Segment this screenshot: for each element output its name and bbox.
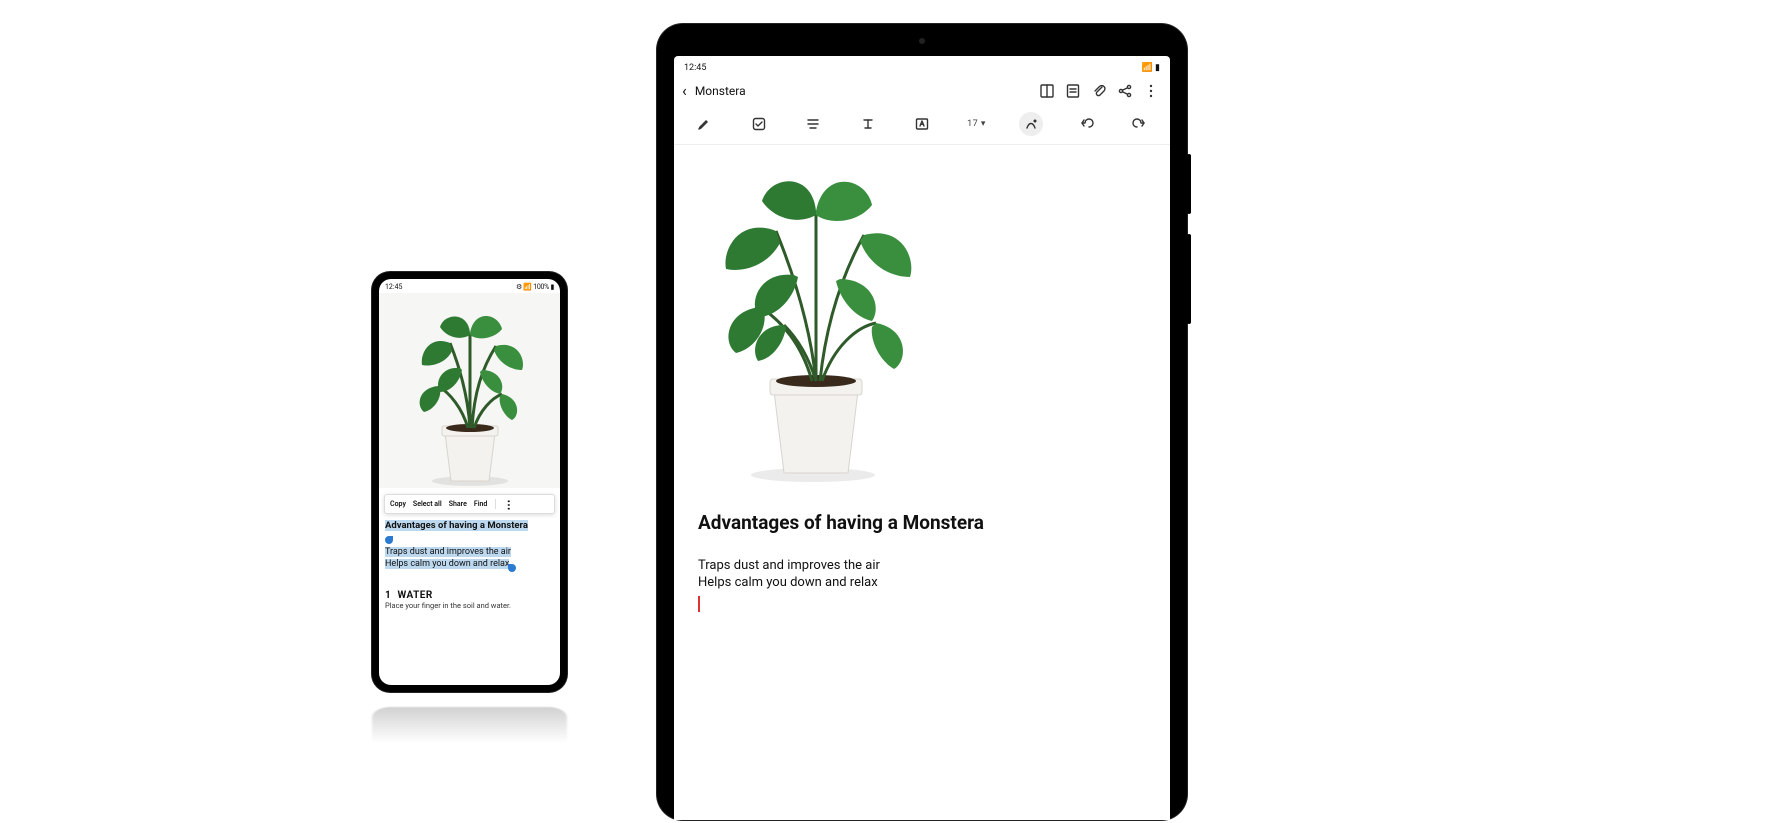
text-style-tool-icon[interactable] [856, 112, 880, 136]
align-tool-icon[interactable] [801, 112, 825, 136]
tablet-camera [919, 38, 925, 44]
tablet-side-button-a [1187, 154, 1191, 214]
context-copy[interactable]: Copy [390, 500, 406, 508]
selection-handle-end[interactable] [508, 564, 516, 572]
phone-heading-selected[interactable]: Advantages of having a Monstera [385, 520, 528, 531]
context-more-icon[interactable]: ⋯ [506, 499, 513, 509]
phone-status-bar: 12:45 ⚙ 📶 100% ▮ [379, 279, 560, 293]
tablet-status-time: 12:45 [684, 63, 706, 73]
tablet-header: ‹ Monstera [674, 76, 1170, 108]
phone-section-body: Place your finger in the soil and water. [385, 601, 554, 610]
more-icon[interactable] [1142, 82, 1160, 100]
tablet-toolbar: 17 ▾ [674, 108, 1170, 145]
font-size-selector[interactable]: 17 ▾ [965, 112, 989, 136]
tablet-heading[interactable]: Advantages of having a Monstera [698, 511, 1146, 534]
text-context-menu: Copy Select all Share Find ⋯ [384, 494, 555, 514]
phone-reflection [372, 707, 567, 743]
tablet-status-right: 📶 ▮ [1142, 63, 1160, 73]
selection-handle-start[interactable] [385, 536, 393, 544]
page-template-icon[interactable] [1064, 82, 1082, 100]
phone-note-body[interactable]: Advantages of having a Monstera Traps du… [379, 518, 560, 610]
tablet-screen: 12:45 📶 ▮ ‹ Monstera [674, 56, 1170, 820]
pen-tool-icon[interactable] [1019, 112, 1043, 136]
tablet-side-button-b [1187, 234, 1191, 324]
phone-section: 1 WATER Place your finger in the soil an… [385, 590, 554, 610]
font-tool-icon[interactable] [910, 112, 934, 136]
phone-status-right: ⚙ 📶 100% ▮ [516, 283, 554, 291]
attach-icon[interactable] [1090, 82, 1108, 100]
highlighter-tool-icon[interactable] [692, 112, 716, 136]
checkbox-tool-icon[interactable] [747, 112, 771, 136]
phone-note-image [379, 293, 560, 488]
tablet-note-body[interactable]: Advantages of having a Monstera Traps du… [674, 145, 1170, 820]
phone-section-title: WATER [397, 590, 432, 601]
reading-mode-icon[interactable] [1038, 82, 1056, 100]
tablet-line1[interactable]: Traps dust and improves the air [698, 558, 1146, 573]
context-find[interactable]: Find [474, 500, 488, 508]
phone-section-num: 1 [385, 590, 391, 601]
context-separator [495, 499, 496, 509]
phone-line2-selected[interactable]: Helps calm you down and relax [385, 559, 509, 569]
plant-illustration [400, 298, 540, 488]
text-cursor [698, 596, 700, 612]
share-icon[interactable] [1116, 82, 1134, 100]
back-icon[interactable]: ‹ [682, 84, 687, 98]
context-select-all[interactable]: Select all [413, 500, 442, 508]
tablet-note-image [698, 155, 1146, 485]
note-title[interactable]: Monstera [695, 84, 746, 98]
tablet-status-bar: 12:45 📶 ▮ [674, 56, 1170, 76]
tablet-line2[interactable]: Helps calm you down and relax [698, 575, 1146, 590]
tablet-device: 12:45 📶 ▮ ‹ Monstera [657, 24, 1187, 820]
redo-icon[interactable] [1128, 112, 1152, 136]
stage: 12:45 ⚙ 📶 100% ▮ [0, 0, 1771, 823]
phone-screen: 12:45 ⚙ 📶 100% ▮ [379, 279, 560, 685]
phone-line1-selected[interactable]: Traps dust and improves the air [385, 547, 511, 557]
context-share[interactable]: Share [449, 500, 467, 508]
undo-icon[interactable] [1074, 112, 1098, 136]
phone-device: 12:45 ⚙ 📶 100% ▮ [372, 272, 567, 692]
phone-status-time: 12:45 [385, 283, 402, 291]
